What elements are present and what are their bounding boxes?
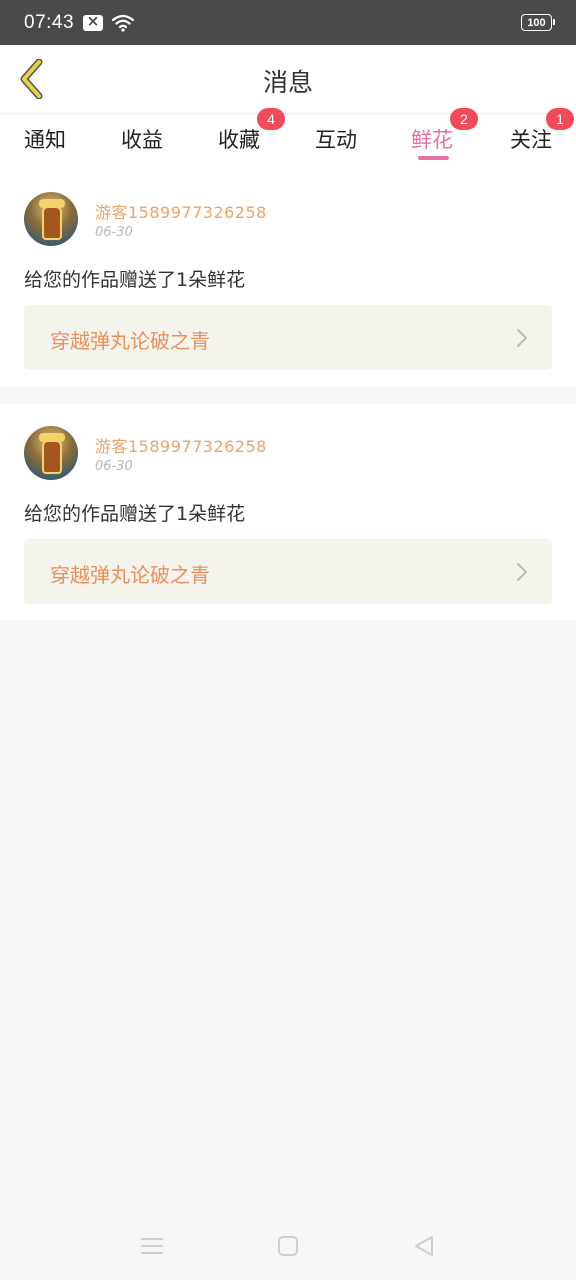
list-item: 游客1589977326258 06-30 给您的作品赠送了1朵鲜花 穿越弹丸论…	[0, 404, 576, 620]
message-date: 06-30	[95, 459, 133, 474]
message-date: 06-30	[95, 225, 133, 240]
tab-label: 互动	[315, 128, 357, 152]
message-text: 给您的作品赠送了1朵鲜花	[24, 269, 246, 291]
work-link[interactable]: 穿越弹丸论破之青	[24, 305, 552, 370]
work-title: 穿越弹丸论破之青	[50, 329, 210, 353]
favorites-badge: 4	[257, 108, 285, 130]
status-bar: 07:43 100	[0, 0, 576, 45]
tab-favorites[interactable]: 收藏	[218, 124, 260, 164]
tab-earnings[interactable]: 收益	[121, 124, 163, 164]
list-item: 游客15899773262​58 06-30 给您的作品赠送了1朵鲜花 穿越弹丸…	[0, 170, 576, 386]
notification-icon	[83, 12, 104, 31]
tab-label: 收藏	[218, 128, 260, 152]
system-nav-bar	[0, 1210, 576, 1280]
avatar-jar	[42, 206, 62, 240]
follows-badge: 1	[546, 108, 574, 130]
page-title: 消息	[262, 68, 313, 97]
back-icon[interactable]	[410, 1234, 438, 1258]
battery-icon: 100	[521, 14, 555, 31]
work-title: 穿越弹丸论破之青	[50, 563, 210, 587]
avatar[interactable]	[24, 426, 78, 480]
tab-label: 收益	[121, 128, 163, 152]
active-tab-indicator	[418, 156, 449, 160]
tab-bar: 通知 收益 收藏 4 互动 鲜花 2 关注 1	[0, 108, 576, 170]
username[interactable]: 游客1589977326258	[95, 433, 267, 457]
tab-label: 关注	[510, 128, 552, 152]
tab-follows[interactable]: 关注	[510, 124, 552, 164]
username[interactable]: 游客15899773262​58	[95, 199, 267, 223]
home-icon[interactable]	[274, 1234, 302, 1258]
chevron-right-icon	[517, 563, 527, 581]
message-text: 给您的作品赠送了1朵鲜花	[24, 503, 246, 525]
status-time: 07:43	[24, 11, 75, 33]
tab-label: 通知	[24, 128, 66, 152]
avatar-jar	[42, 440, 62, 474]
menu-icon[interactable]	[138, 1234, 166, 1258]
flowers-badge: 2	[450, 108, 478, 130]
chevron-right-icon	[517, 329, 527, 347]
tab-interactions[interactable]: 互动	[315, 124, 357, 164]
tab-label: 鲜花	[411, 128, 453, 152]
work-link[interactable]: 穿越弹丸论破之青	[24, 539, 552, 604]
avatar[interactable]	[24, 192, 78, 246]
tab-notifications[interactable]: 通知	[24, 124, 66, 164]
header: 消息	[0, 45, 576, 114]
wifi-icon	[111, 13, 135, 33]
